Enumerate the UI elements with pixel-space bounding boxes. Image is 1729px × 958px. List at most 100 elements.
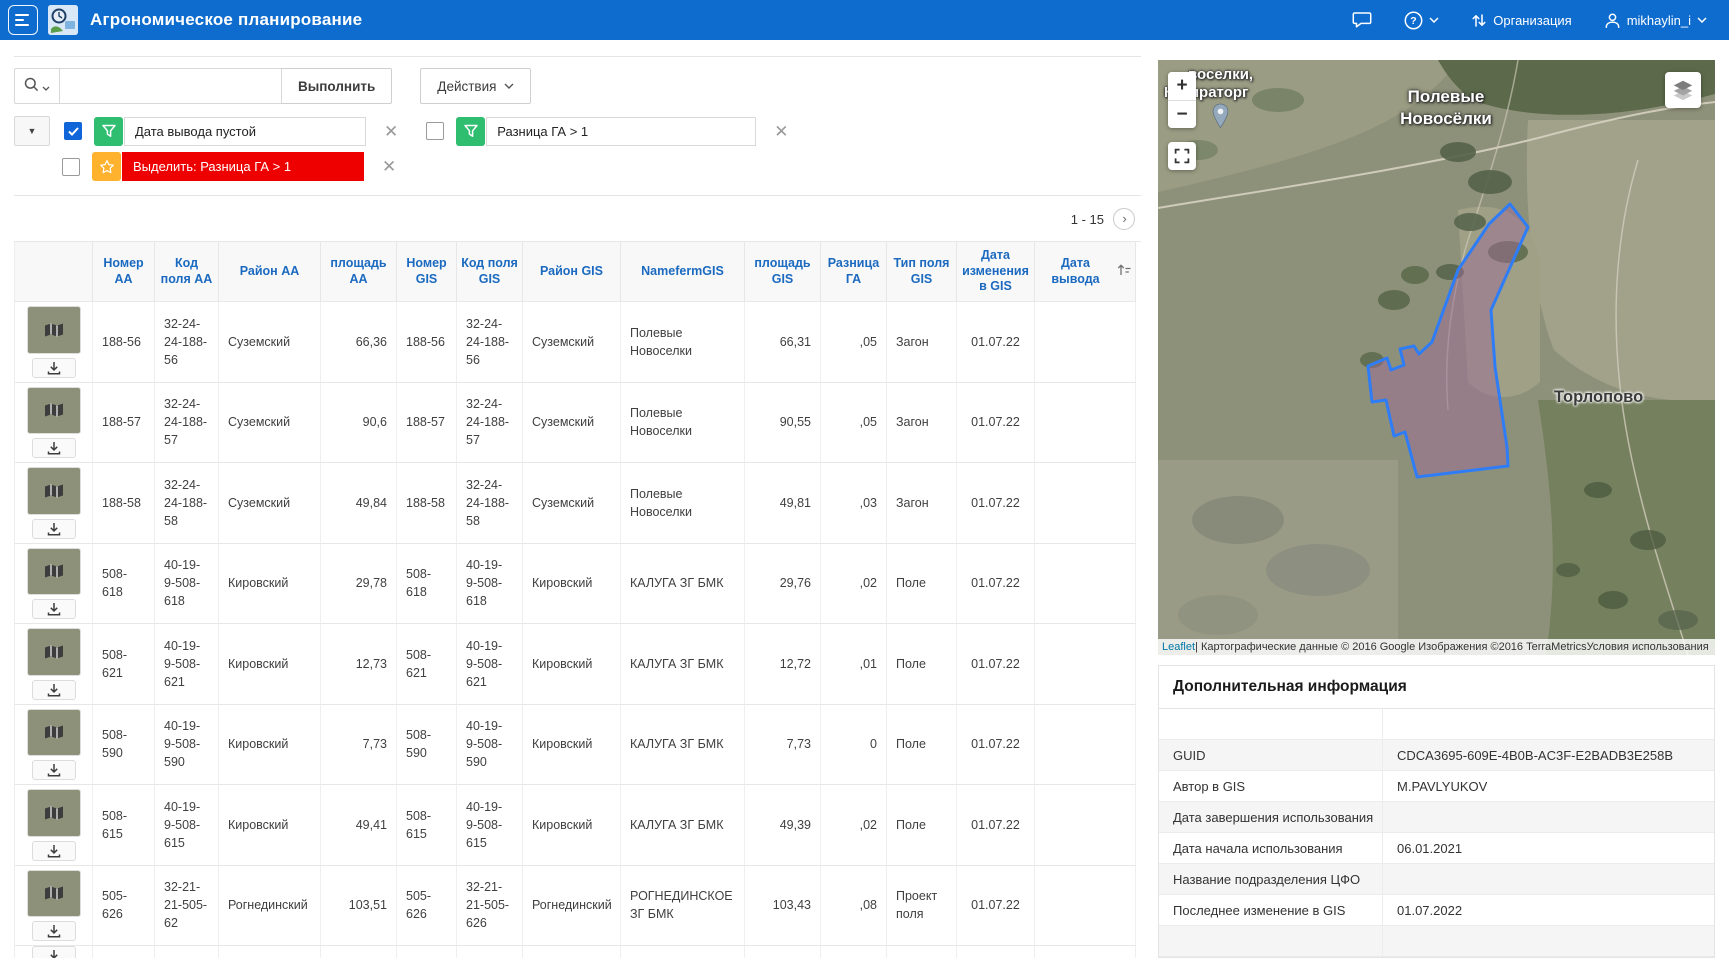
search-options-button[interactable] — [14, 68, 60, 104]
filter-diff-chip[interactable]: Разница ГА > 1 — [456, 117, 756, 146]
highlight-chip[interactable]: Выделить: Разница ГА > 1 — [92, 152, 364, 181]
cell — [1035, 705, 1136, 786]
column-header[interactable]: Номер GIS — [397, 242, 457, 302]
cell: 49,84 — [321, 463, 397, 544]
run-button[interactable]: Выполнить — [282, 68, 392, 104]
show-on-map-button[interactable] — [27, 306, 81, 354]
download-button[interactable] — [32, 946, 76, 958]
row-actions-cell — [15, 785, 93, 866]
additional-info-table: GUIDCDCA3695-609E-4B0B-AC3F-E2BADB3E258B… — [1159, 709, 1714, 957]
map-icon — [44, 885, 64, 901]
download-icon — [46, 682, 62, 698]
show-on-map-button[interactable] — [27, 467, 81, 515]
filter-diff-close-icon[interactable]: ✕ — [770, 121, 792, 142]
help-menu-button[interactable]: ? — [1398, 10, 1445, 31]
filter-date-checkbox[interactable] — [64, 122, 82, 140]
layers-button[interactable] — [1665, 72, 1701, 108]
column-header[interactable]: Код поля GIS — [457, 242, 523, 302]
download-button[interactable] — [32, 921, 76, 941]
chevron-down-icon — [504, 83, 514, 89]
show-on-map-button[interactable] — [27, 548, 81, 596]
map-marker-icon[interactable] — [1212, 102, 1229, 135]
download-button[interactable] — [32, 519, 76, 539]
cell: Полевые Новоселки — [621, 463, 745, 544]
column-header-actions — [15, 242, 93, 302]
cell: 188-56 — [397, 302, 457, 383]
download-button[interactable] — [32, 438, 76, 458]
column-header[interactable]: Тип поля GIS — [887, 242, 957, 302]
leaflet-link[interactable]: Leaflet — [1162, 641, 1195, 653]
cell: 40-19-9-508-615 — [155, 785, 219, 866]
cell: Кировский — [219, 705, 321, 786]
username: mikhaylin_i — [1627, 13, 1691, 28]
download-button[interactable] — [32, 760, 76, 780]
show-on-map-button[interactable] — [27, 387, 81, 435]
terms-link[interactable]: Условия использования — [1587, 641, 1709, 653]
cell: 12,73 — [321, 624, 397, 705]
filter-diff-checkbox[interactable] — [426, 122, 444, 140]
column-header[interactable]: площадь АА — [321, 242, 397, 302]
column-header[interactable]: Код поля АА — [155, 242, 219, 302]
show-on-map-button[interactable] — [27, 628, 81, 676]
column-header[interactable]: площадь GIS — [745, 242, 821, 302]
zoom-out-button[interactable]: − — [1168, 100, 1196, 128]
filters-expander-button[interactable]: ▼ — [14, 116, 50, 146]
header-actions: ? Организация mikhaylin_i — [1346, 10, 1713, 31]
cell: 66,31 — [745, 302, 821, 383]
column-header[interactable]: Дата изменения в GIS — [957, 242, 1035, 302]
cell: 01.07.22 — [957, 302, 1035, 383]
highlight-star-icon — [92, 152, 121, 181]
fullscreen-button[interactable] — [1168, 142, 1196, 170]
info-row-value: 06.01.2021 — [1383, 833, 1714, 863]
filter-date-chip[interactable]: Дата вывода пустой — [94, 117, 366, 146]
search-input[interactable] — [60, 68, 282, 104]
cell: 508-590 — [397, 705, 457, 786]
show-on-map-button[interactable] — [27, 789, 81, 837]
zoom-in-button[interactable]: + — [1168, 72, 1196, 100]
cell: 508-621 — [93, 624, 155, 705]
download-button[interactable] — [32, 680, 76, 700]
cell — [887, 946, 957, 958]
info-row — [1159, 709, 1714, 740]
cell: ,03 — [821, 463, 887, 544]
download-icon — [46, 923, 62, 939]
column-header[interactable]: NamefermGIS — [621, 242, 745, 302]
chat-icon[interactable] — [1346, 10, 1378, 30]
info-row-value: 01.07.2022 — [1383, 895, 1714, 925]
cell: КАЛУГА ЗГ БМК — [621, 785, 745, 866]
download-button[interactable] — [32, 841, 76, 861]
search-icon — [24, 77, 39, 95]
cell: Кировский — [523, 785, 621, 866]
cell: 01.07.22 — [957, 463, 1035, 544]
info-row-value — [1383, 864, 1714, 894]
column-header[interactable]: Район АА — [219, 242, 321, 302]
cell — [957, 946, 1035, 958]
show-on-map-button[interactable] — [27, 870, 81, 918]
info-row: Название подразделения ЦФО — [1159, 864, 1714, 895]
highlight-label: Выделить: Разница ГА > 1 — [122, 152, 364, 181]
download-button[interactable] — [32, 599, 76, 619]
pagination-next-button[interactable]: › — [1113, 208, 1135, 230]
highlight-close-icon[interactable]: ✕ — [378, 156, 400, 177]
hamburger-menu-icon[interactable] — [8, 5, 38, 35]
cell: 0 — [821, 705, 887, 786]
highlight-checkbox[interactable] — [62, 158, 80, 176]
column-header[interactable]: Номер АА — [93, 242, 155, 302]
cell: Поле — [887, 785, 957, 866]
filter-date-close-icon[interactable]: ✕ — [380, 121, 402, 142]
cell: Суземский — [523, 302, 621, 383]
organization-button[interactable]: Организация — [1465, 11, 1577, 30]
cell: 508-621 — [397, 624, 457, 705]
user-menu-button[interactable]: mikhaylin_i — [1598, 11, 1713, 30]
download-button[interactable] — [32, 358, 76, 378]
cell: Полевые Новоселки — [621, 302, 745, 383]
page-title: Агрономическое планирование — [90, 10, 362, 30]
actions-menu-button[interactable]: Действия — [420, 68, 531, 104]
map[interactable]: воселки, К Мираторг Полевые Новосёлки То… — [1158, 60, 1715, 655]
column-header[interactable]: Дата вывода — [1035, 242, 1136, 302]
info-row-label: Название подразделения ЦФО — [1159, 864, 1383, 894]
column-header[interactable]: Район GIS — [523, 242, 621, 302]
column-header[interactable]: Разница ГА — [821, 242, 887, 302]
cell — [621, 946, 745, 958]
show-on-map-button[interactable] — [27, 709, 81, 757]
